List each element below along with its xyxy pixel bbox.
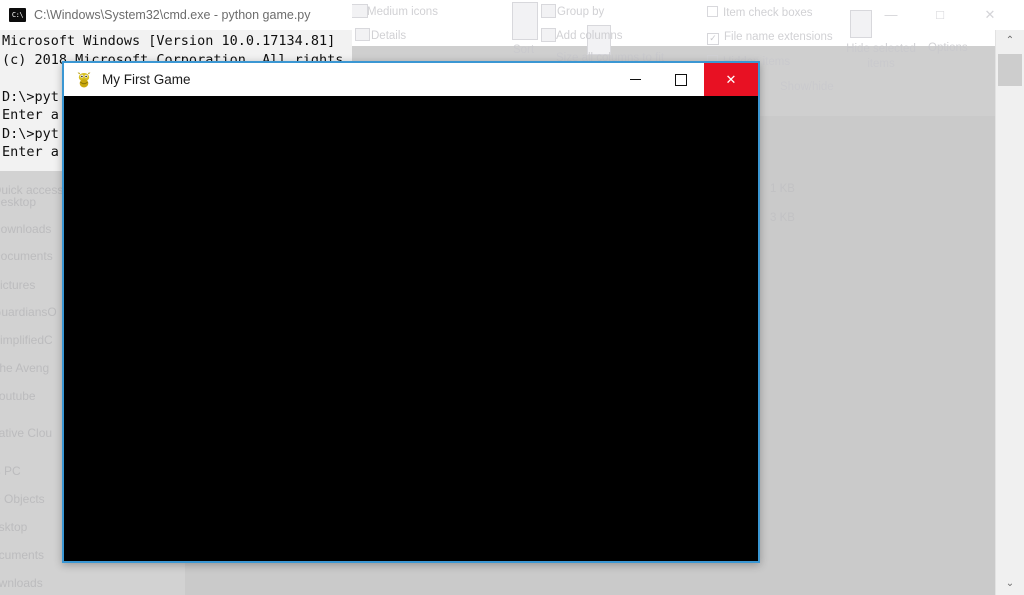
nav-item-documents-pc[interactable]: ocuments <box>0 548 44 562</box>
add-columns-icon <box>541 28 556 42</box>
game-minimize-button[interactable] <box>612 63 658 96</box>
nav-item-creative-cloud[interactable]: eative Clou <box>0 426 52 440</box>
nav-item-downloads-pc[interactable]: ownloads <box>0 576 43 590</box>
game-maximize-button[interactable] <box>658 63 704 96</box>
ribbon-item-hide-selected-items[interactable]: Hide selected items <box>842 42 920 72</box>
ribbon-item-details[interactable]: Details <box>371 30 406 42</box>
maximize-icon <box>675 73 687 86</box>
ribbon-item-item-check-boxes[interactable]: Item check boxes <box>707 6 812 19</box>
game-window[interactable]: My First Game ✕ <box>62 61 760 563</box>
nav-item-youtube[interactable]: Youtube <box>0 389 36 403</box>
nav-item-the-avengers[interactable]: The Aveng <box>0 361 49 375</box>
cmd-icon: C:\ <box>9 8 26 22</box>
explorer-close-button[interactable]: ✕ <box>967 0 1013 30</box>
minimize-icon <box>629 79 641 80</box>
ribbon-item-file-name-extensions[interactable]: File name extensions <box>707 31 833 45</box>
scroll-down-arrow-icon[interactable]: ⌄ <box>996 573 1024 595</box>
game-title-bar[interactable]: My First Game ✕ <box>64 63 758 96</box>
nav-item-3d-objects[interactable]: D Objects <box>0 492 45 506</box>
ribbon-item-sort[interactable]: Sort <box>513 44 534 56</box>
game-window-controls[interactable]: ✕ <box>612 63 758 96</box>
details-view-icon <box>355 28 370 41</box>
ribbon-group-show-hide: Show/hide <box>780 81 834 93</box>
game-close-button[interactable]: ✕ <box>704 63 758 96</box>
ribbon-item-add-columns[interactable]: Add columns <box>556 30 622 42</box>
nav-item-guardians[interactable]: GuardiansO <box>0 305 57 319</box>
scroll-up-arrow-icon[interactable]: ⌃ <box>996 30 1024 52</box>
scrollbar-thumb[interactable] <box>998 54 1022 86</box>
nav-item-downloads[interactable]: Downloads <box>0 222 51 236</box>
explorer-vertical-scrollbar[interactable]: ⌃ ⌄ <box>995 30 1024 595</box>
nav-item-desktop-pc[interactable]: esktop <box>0 520 27 534</box>
ribbon-item-group-by[interactable]: Group by <box>557 6 604 18</box>
ribbon-item-options[interactable]: Options <box>928 42 968 54</box>
nav-item-this-pc[interactable]: is PC <box>0 464 21 478</box>
nav-item-pictures[interactable]: Pictures <box>0 278 35 292</box>
pygame-icon <box>75 71 93 89</box>
nav-item-desktop[interactable]: Desktop <box>0 195 36 209</box>
file-size-cell: 3 KB <box>770 212 795 224</box>
explorer-minimize-button[interactable]: — <box>868 0 914 30</box>
medium-icons-icon <box>351 4 368 18</box>
nav-item-documents[interactable]: Documents <box>0 249 53 263</box>
nav-item-simplified[interactable]: SimplifiedC <box>0 333 53 347</box>
game-window-title: My First Game <box>102 72 191 87</box>
sort-icon <box>512 2 538 40</box>
game-canvas[interactable] <box>64 96 758 561</box>
ribbon-item-medium-icons[interactable]: Medium icons <box>367 6 438 18</box>
cmd-window-title: C:\Windows\System32\cmd.exe - python gam… <box>34 8 311 22</box>
cmd-title-bar[interactable]: C:\ C:\Windows\System32\cmd.exe - python… <box>0 0 352 30</box>
file-size-cell: 1 KB <box>770 183 795 195</box>
explorer-maximize-button[interactable]: □ <box>917 0 963 30</box>
group-by-icon <box>541 4 556 18</box>
